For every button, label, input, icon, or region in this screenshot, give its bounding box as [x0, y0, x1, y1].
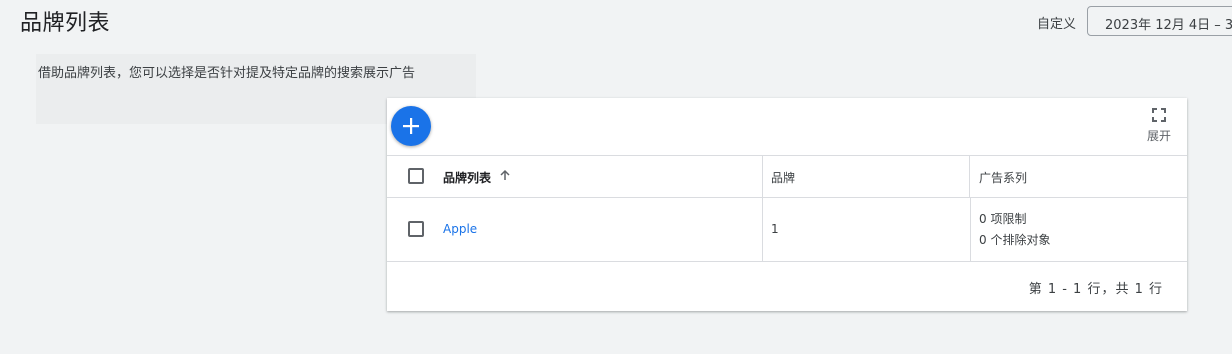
select-all-checkbox[interactable] — [408, 168, 424, 184]
campaign-exclusions: 0 个排除对象 — [979, 233, 1051, 247]
date-range-picker[interactable]: 2023年 12月 4日 – 3 — [1087, 6, 1232, 36]
date-range-value: 2023年 12月 4日 – 3 — [1105, 18, 1232, 33]
page-title: 品牌列表 — [20, 11, 111, 36]
column-divider — [762, 197, 763, 261]
campaign-restrictions: 0 项限制 — [979, 212, 1027, 226]
expand-button[interactable]: 展开 — [1139, 108, 1179, 152]
table-row: Apple 1 0 项限制 0 个排除对象 — [387, 197, 1187, 262]
brand-count: 1 — [771, 222, 779, 236]
column-header-campaigns[interactable]: 广告系列 — [979, 169, 1027, 186]
column-header-brand-list[interactable]: 品牌列表 — [443, 169, 491, 186]
expand-label: 展开 — [1146, 129, 1171, 143]
brand-list-name-link[interactable]: Apple — [443, 222, 477, 236]
fullscreen-icon — [1152, 108, 1166, 122]
table-header-row: 品牌列表 品牌 广告系列 — [387, 155, 1187, 198]
plus-icon — [403, 118, 419, 134]
column-header-brands[interactable]: 品牌 — [771, 169, 795, 186]
description-text: 借助品牌列表，您可以选择是否针对提及特定品牌的搜索展示广告 — [38, 66, 416, 81]
row-checkbox[interactable] — [408, 221, 424, 237]
arrow-upward-icon[interactable] — [499, 169, 511, 181]
pagination-summary: 第 1 - 1 行，共 1 行 — [1028, 282, 1163, 297]
add-brand-list-button[interactable] — [391, 106, 431, 146]
column-divider — [969, 156, 970, 197]
date-range-label: 自定义 — [1037, 17, 1077, 32]
brand-list-table-card: 展开 品牌列表 品牌 广告系列 Apple 1 0 项限制 0 个排除对象 第 … — [387, 98, 1187, 311]
column-divider — [762, 156, 763, 197]
column-divider — [970, 197, 971, 261]
